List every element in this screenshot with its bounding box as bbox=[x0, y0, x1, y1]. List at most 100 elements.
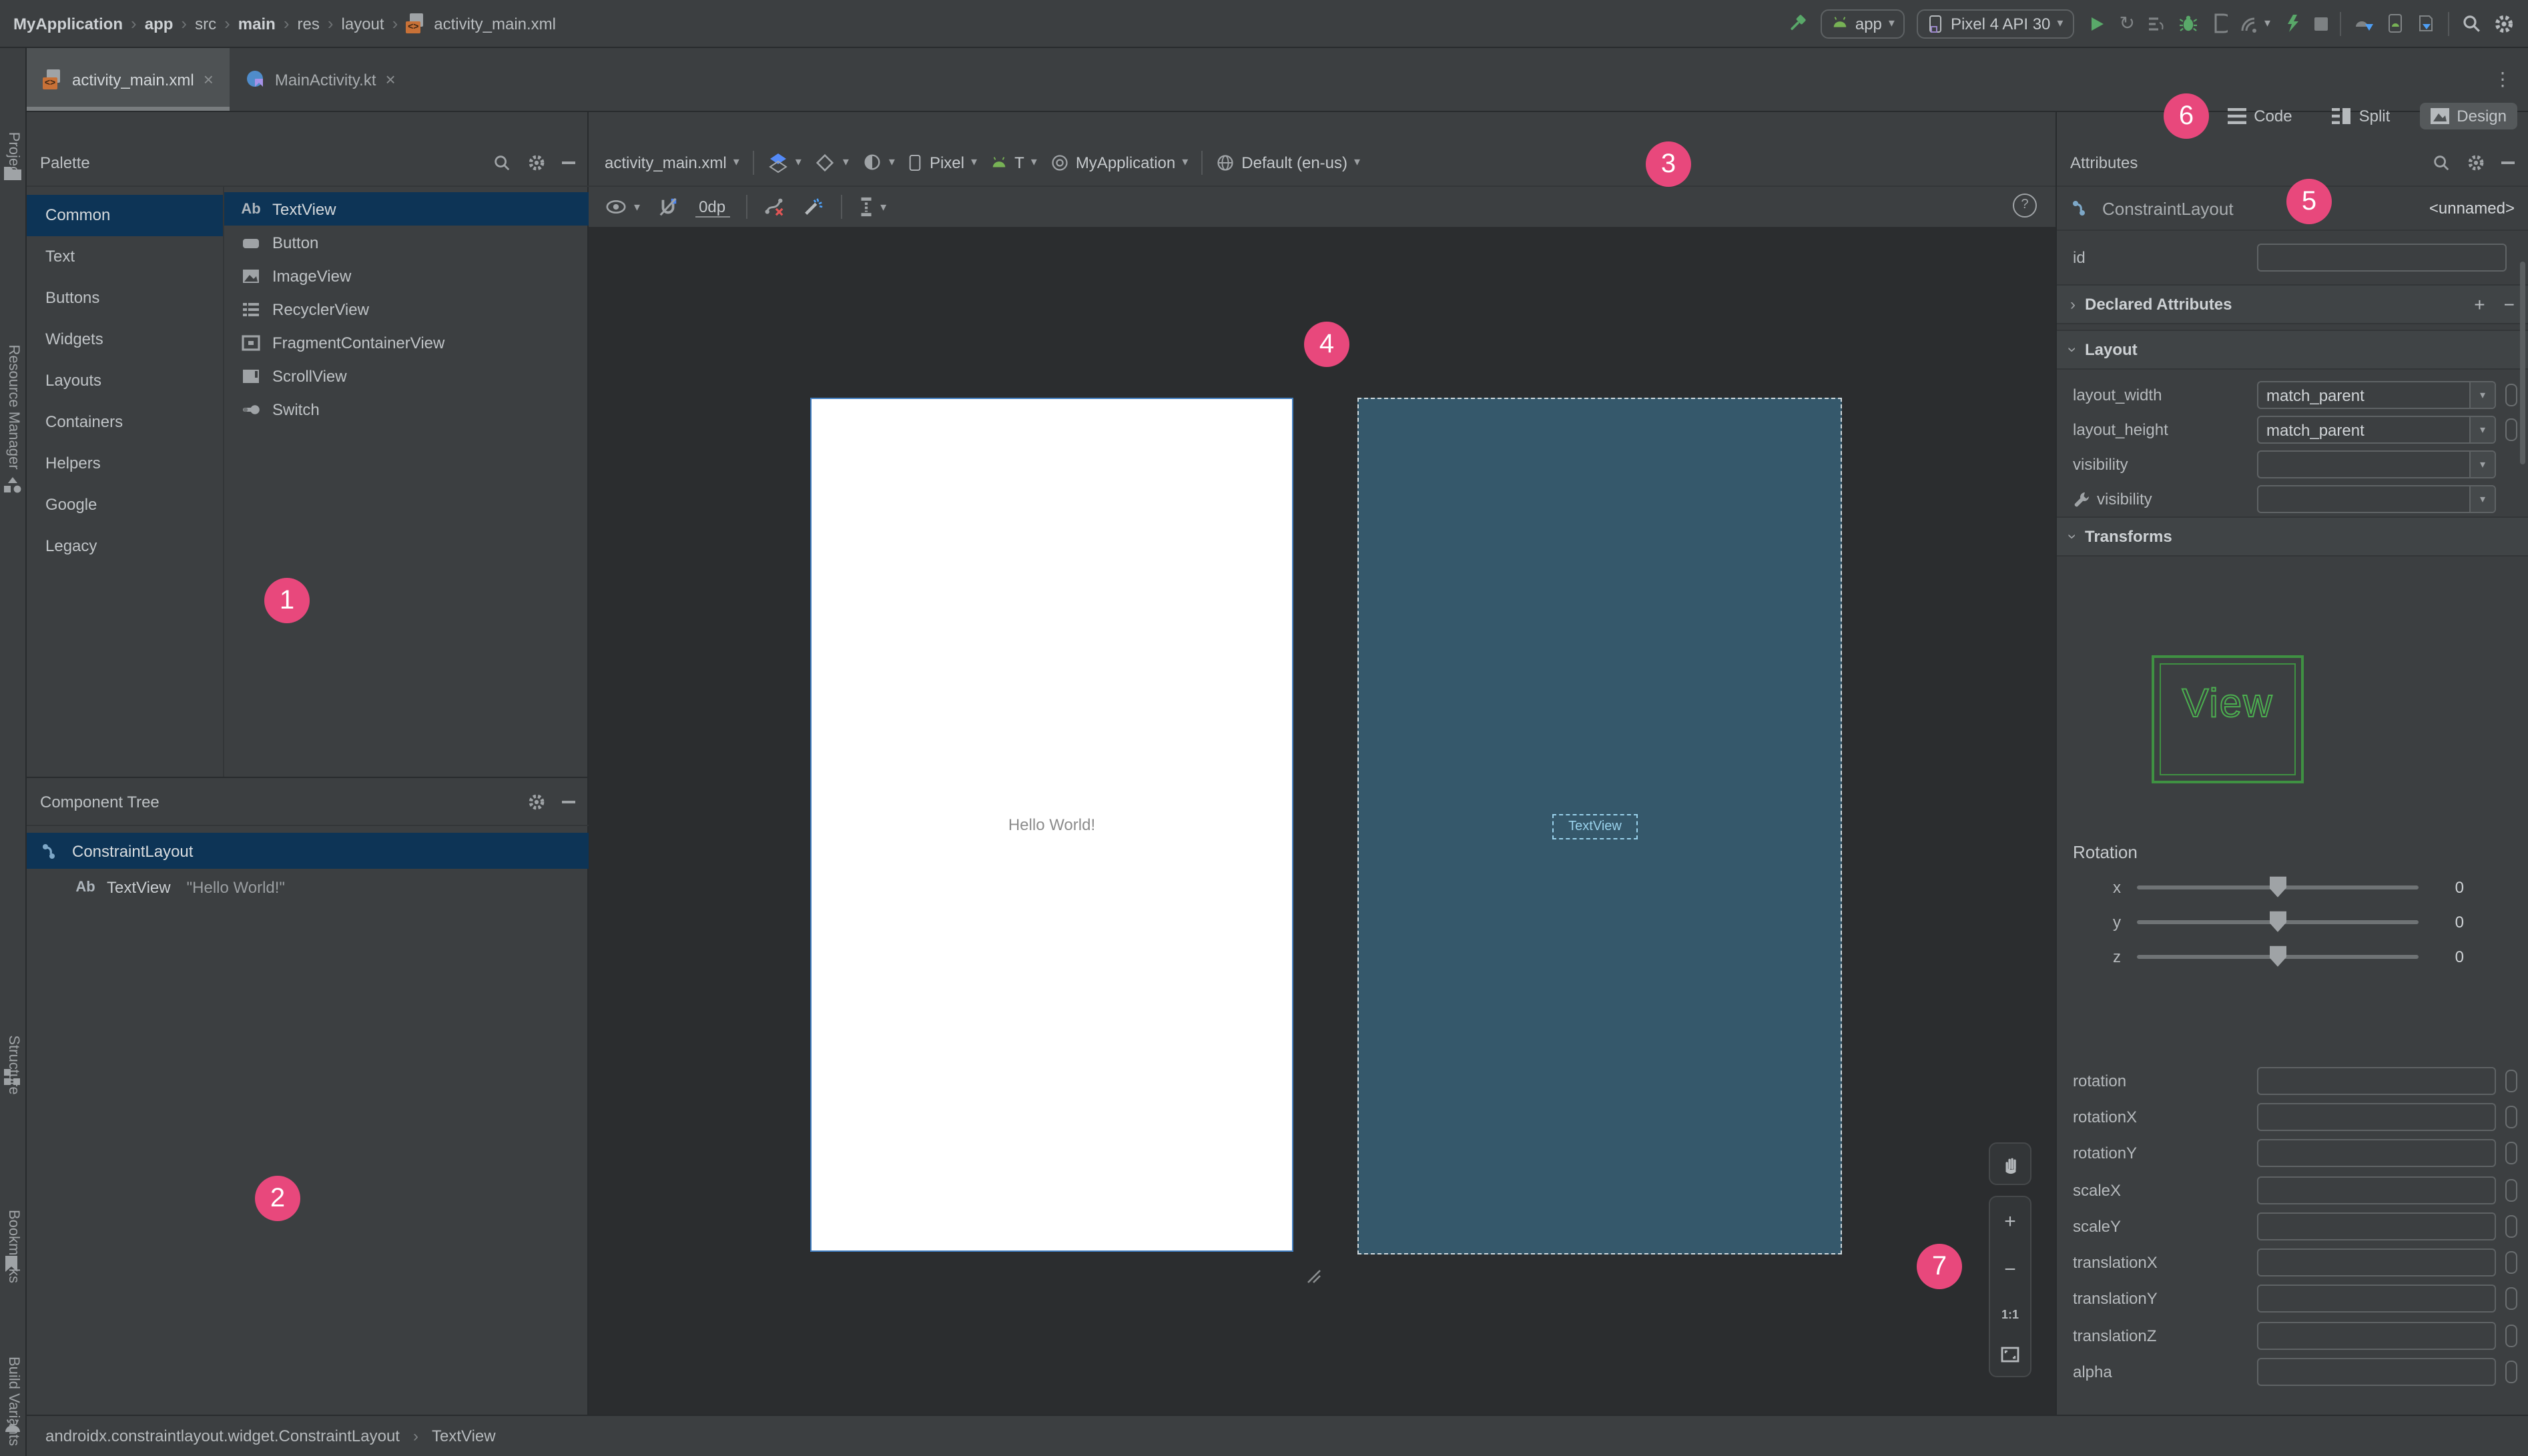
chevron-down-icon[interactable]: ▾ bbox=[2469, 452, 2495, 477]
attribute-flag-toggle[interactable] bbox=[2505, 1324, 2517, 1347]
tree-row-textview[interactable]: Ab TextView "Hello World!" bbox=[27, 869, 589, 905]
debug-button[interactable] bbox=[2179, 13, 2199, 33]
attribute-flag-toggle[interactable] bbox=[2505, 1361, 2517, 1384]
view-options-select[interactable]: ▾ bbox=[605, 198, 640, 216]
add-attribute-icon[interactable]: + bbox=[2474, 294, 2485, 315]
search-icon[interactable] bbox=[493, 153, 511, 171]
palette-category-layouts[interactable]: Layouts bbox=[27, 360, 223, 402]
default-margins-button[interactable]: 0dp bbox=[695, 197, 730, 217]
folder-icon[interactable] bbox=[3, 164, 24, 186]
scrollbar-thumb[interactable] bbox=[2520, 262, 2525, 464]
hello-world-textview[interactable]: Hello World! bbox=[812, 815, 1292, 834]
zoom-out-button[interactable]: − bbox=[1990, 1259, 2030, 1282]
search-icon[interactable] bbox=[2432, 153, 2451, 171]
layout_height-combo[interactable]: match_parent ▾ bbox=[2257, 416, 2496, 444]
palette-category-containers[interactable]: Containers bbox=[27, 402, 223, 443]
palette-category-text[interactable]: Text bbox=[27, 236, 223, 278]
stripe-item-resource-manager[interactable]: Resource Manager bbox=[5, 344, 21, 469]
tree-row-constraintlayout[interactable]: ConstraintLayout bbox=[27, 833, 589, 869]
clear-constraints-icon[interactable] bbox=[763, 196, 785, 218]
mode-design-button[interactable]: Design bbox=[2419, 103, 2517, 129]
gear-icon[interactable] bbox=[527, 792, 546, 811]
attribute-flag-toggle[interactable] bbox=[2505, 1251, 2517, 1275]
design-preview-phone[interactable]: Hello World! bbox=[810, 398, 1293, 1252]
surface-mode-select[interactable]: ▾ bbox=[767, 151, 802, 173]
pack-align-select[interactable]: ▾ bbox=[858, 196, 886, 218]
attribute-flag-toggle[interactable] bbox=[2505, 1069, 2517, 1092]
palette-category-buttons[interactable]: Buttons bbox=[27, 278, 223, 319]
run-with-coverage-icon[interactable] bbox=[2147, 14, 2167, 33]
layout-section[interactable]: › Layout bbox=[2057, 330, 2528, 370]
settings-gear-icon[interactable] bbox=[2493, 13, 2515, 34]
breadcrumb-item[interactable]: app bbox=[145, 14, 174, 33]
palette-category-common[interactable]: Common bbox=[27, 195, 223, 236]
infer-constraints-icon[interactable] bbox=[802, 196, 824, 218]
profiler-icon[interactable]: ▾ bbox=[2240, 14, 2270, 33]
tab-activity-main-xml[interactable]: <> activity_main.xml × bbox=[27, 48, 230, 111]
rotationX-input[interactable] bbox=[2257, 1102, 2496, 1131]
attribute-flag-toggle[interactable] bbox=[2505, 1214, 2517, 1238]
pan-tool-button[interactable] bbox=[1989, 1142, 2031, 1185]
layout_width-combo[interactable]: match_parent ▾ bbox=[2257, 381, 2496, 409]
run-config-select[interactable]: app ▾ bbox=[1820, 9, 1905, 38]
palette-category-legacy[interactable]: Legacy bbox=[27, 526, 223, 567]
rotation-input[interactable] bbox=[2257, 1066, 2496, 1095]
status-component-path[interactable]: androidx.constraintlayout.widget.Constra… bbox=[45, 1427, 400, 1445]
remove-attribute-icon[interactable]: − bbox=[2504, 294, 2515, 315]
palette-category-widgets[interactable]: Widgets bbox=[27, 319, 223, 360]
breadcrumb-item[interactable]: main bbox=[238, 14, 276, 33]
breadcrumb-item[interactable]: res bbox=[298, 14, 320, 33]
slider-thumb[interactable] bbox=[2269, 875, 2286, 897]
blueprint-phone[interactable]: TextView bbox=[1357, 398, 1842, 1254]
sdk-manager-icon[interactable] bbox=[2416, 13, 2436, 33]
device-manager-icon[interactable] bbox=[2353, 13, 2375, 33]
slider-track[interactable] bbox=[2137, 910, 2419, 932]
mode-code-button[interactable]: Code bbox=[2216, 103, 2302, 129]
device-for-preview-select[interactable]: Pixel ▾ bbox=[908, 153, 977, 171]
breadcrumb-item[interactable]: MyApplication bbox=[13, 14, 123, 33]
resource-icon[interactable] bbox=[3, 476, 24, 498]
gear-icon[interactable] bbox=[2467, 153, 2485, 171]
chevron-down-icon[interactable]: ▾ bbox=[2469, 486, 2495, 512]
hide-panel-icon[interactable] bbox=[562, 800, 575, 803]
close-icon[interactable]: × bbox=[386, 69, 396, 89]
profile-app-icon[interactable] bbox=[2211, 13, 2228, 33]
palette-item-scrollview[interactable]: ScrollView bbox=[224, 359, 589, 392]
android-icon[interactable] bbox=[3, 1417, 24, 1439]
apply-changes-icon[interactable]: ↻ bbox=[2119, 12, 2134, 35]
attribute-flag-toggle[interactable] bbox=[2505, 1142, 2517, 1165]
attach-debugger-icon[interactable] bbox=[2282, 13, 2302, 33]
autoconnect-toggle-icon[interactable] bbox=[656, 196, 679, 218]
attribute-flag-toggle[interactable] bbox=[2505, 1105, 2517, 1128]
rotationY-input[interactable] bbox=[2257, 1139, 2496, 1168]
translationY-input[interactable] bbox=[2257, 1285, 2496, 1313]
visibility-combo[interactable]: ▾ bbox=[2257, 450, 2496, 478]
breadcrumb-item[interactable]: layout bbox=[342, 14, 384, 33]
attribute-flag-toggle[interactable] bbox=[2505, 1178, 2517, 1202]
hide-panel-icon[interactable] bbox=[2501, 161, 2515, 163]
palette-item-button[interactable]: Button bbox=[224, 226, 589, 259]
translationX-input[interactable] bbox=[2257, 1248, 2496, 1277]
declared-attributes-section[interactable]: › Declared Attributes + − bbox=[2057, 284, 2528, 324]
file-variant-select[interactable]: activity_main.xml ▾ bbox=[605, 153, 739, 171]
slider-thumb[interactable] bbox=[2269, 910, 2286, 932]
breadcrumb-item[interactable]: activity_main.xml bbox=[434, 14, 556, 33]
alpha-input[interactable] bbox=[2257, 1358, 2496, 1387]
theme-select[interactable]: MyApplication ▾ bbox=[1050, 153, 1188, 171]
breadcrumb-item[interactable]: src bbox=[195, 14, 216, 33]
help-icon[interactable]: ? bbox=[2013, 194, 2037, 218]
palette-category-google[interactable]: Google bbox=[27, 484, 223, 526]
palette-item-switch[interactable]: Switch bbox=[224, 392, 589, 426]
id-input[interactable] bbox=[2257, 244, 2507, 272]
chevron-down-icon[interactable]: ▾ bbox=[2469, 417, 2495, 442]
api-version-select[interactable]: T ▾ bbox=[990, 153, 1037, 171]
night-mode-select[interactable]: ▾ bbox=[862, 152, 895, 172]
zoom-to-fit-button[interactable] bbox=[1990, 1347, 2030, 1363]
slider-thumb[interactable] bbox=[2269, 945, 2286, 967]
orientation-select[interactable]: ▾ bbox=[815, 151, 849, 173]
blueprint-textview[interactable]: TextView bbox=[1552, 814, 1638, 839]
structure-icon[interactable] bbox=[3, 1068, 24, 1089]
palette-item-textview[interactable]: Ab TextView bbox=[224, 192, 589, 226]
avd-manager-icon[interactable] bbox=[2387, 13, 2404, 33]
palette-item-recyclerview[interactable]: RecyclerView bbox=[224, 292, 589, 326]
